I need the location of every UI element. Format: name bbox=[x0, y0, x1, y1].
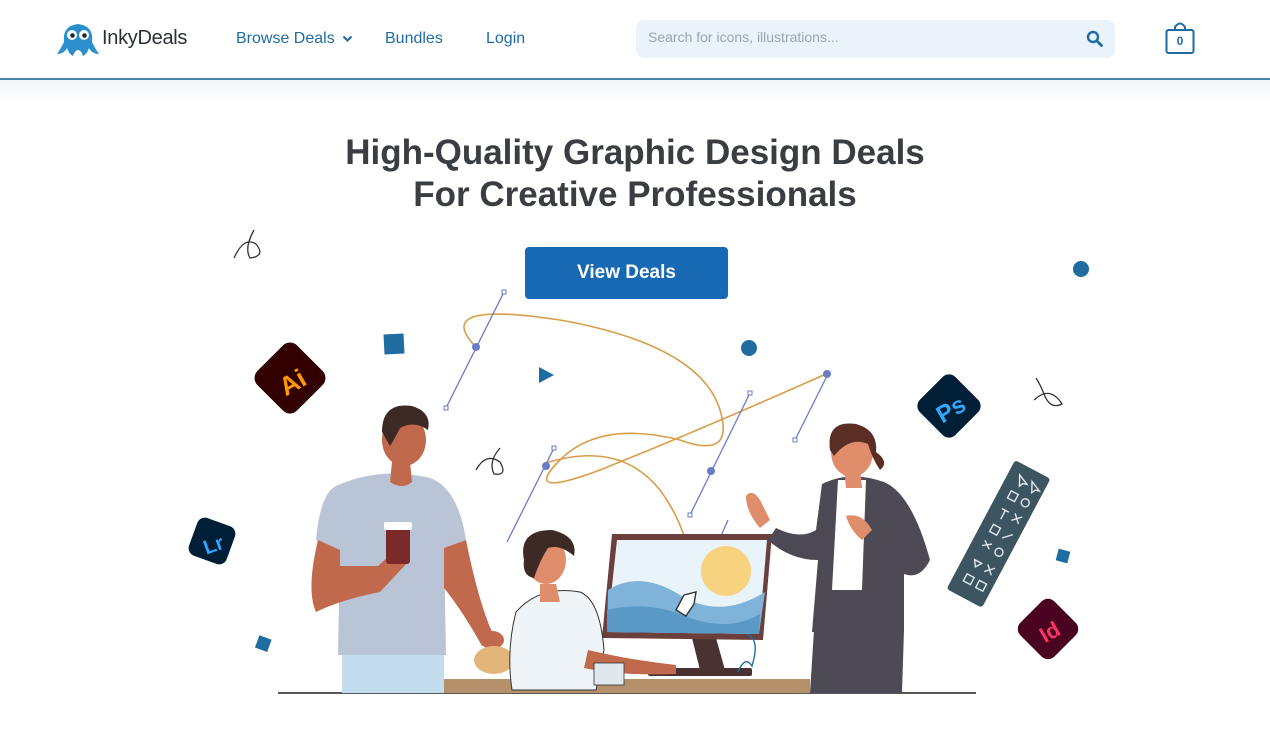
cable-decoration bbox=[737, 634, 756, 673]
squiggle-decoration bbox=[233, 229, 261, 259]
squiggle-decoration bbox=[475, 447, 504, 475]
square-decoration bbox=[383, 333, 405, 355]
squiggle-decoration bbox=[1033, 377, 1063, 407]
illustrator-app-icon: Ai bbox=[254, 342, 326, 414]
tools-panel-graphic bbox=[947, 461, 1050, 607]
lightroom-app-icon: Lr bbox=[188, 517, 236, 565]
photoshop-app-icon: Ps bbox=[917, 374, 981, 438]
indesign-app-icon: Id bbox=[1017, 598, 1079, 660]
dot-decoration bbox=[741, 340, 757, 356]
triangle-decoration bbox=[539, 367, 554, 383]
dot-decoration bbox=[1073, 261, 1089, 277]
woman-presenting-figure bbox=[746, 423, 930, 693]
square-decoration bbox=[254, 635, 272, 652]
man-with-coffee-figure bbox=[311, 405, 504, 693]
desk bbox=[444, 679, 810, 693]
square-decoration bbox=[1055, 548, 1071, 564]
hero-illustration: Ai Ps Lr Id bbox=[188, 229, 1089, 694]
